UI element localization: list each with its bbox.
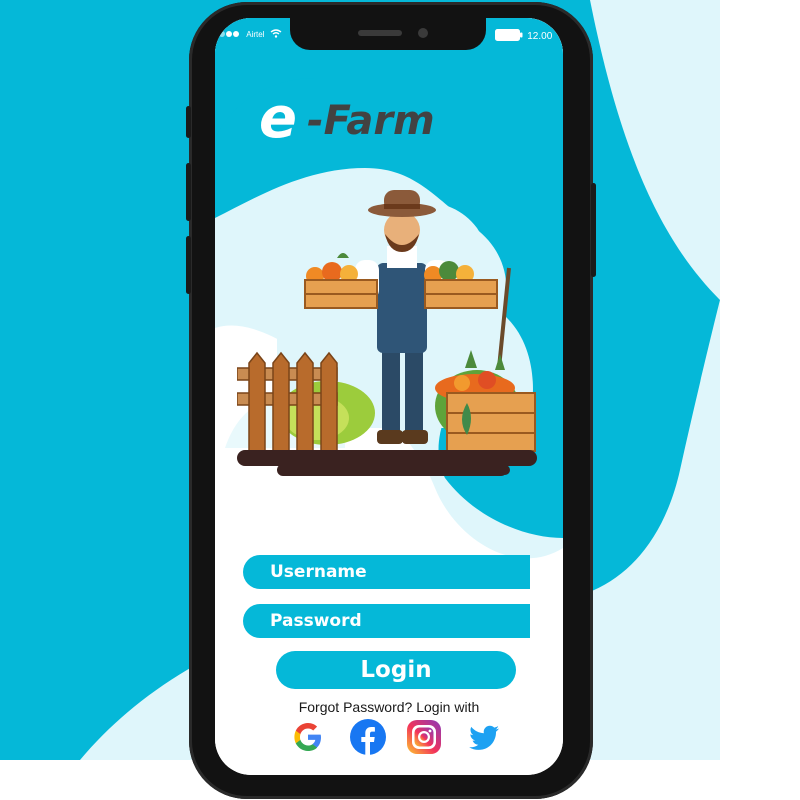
- phone-power-button: [591, 183, 596, 277]
- login-button[interactable]: Login: [276, 651, 516, 689]
- phone-volume-up: [186, 163, 191, 221]
- signal-dots-icon: [219, 31, 225, 37]
- username-field[interactable]: Username: [243, 555, 530, 589]
- facebook-icon[interactable]: [349, 718, 387, 756]
- carrier-name: Airtel: [246, 30, 265, 39]
- username-placeholder: Username: [270, 562, 367, 582]
- ground: [237, 450, 537, 466]
- fence: [237, 351, 338, 454]
- status-time: 12.00: [527, 31, 553, 42]
- instagram-icon[interactable]: [405, 718, 443, 756]
- login-button-label: Login: [360, 657, 432, 683]
- password-placeholder: Password: [270, 611, 362, 631]
- phone-mute-switch: [186, 106, 191, 138]
- phone-screen: Airtel 12.00 e -Farm Username Password L…: [215, 18, 563, 775]
- alt-login-text[interactable]: Forgot Password? Login with: [215, 699, 563, 715]
- logo-e: e: [259, 86, 297, 151]
- status-signal: Airtel: [219, 29, 282, 39]
- phone-notch: [290, 18, 486, 50]
- wifi-icon: [270, 29, 282, 38]
- speaker-grille: [358, 30, 402, 36]
- phone-volume-down: [186, 236, 191, 294]
- logo-farm: -Farm: [307, 98, 435, 144]
- status-right: 12.00: [495, 29, 552, 42]
- front-camera: [418, 28, 428, 38]
- battery-icon: [495, 29, 523, 41]
- twitter-icon[interactable]: [465, 718, 503, 756]
- password-field[interactable]: Password: [243, 604, 530, 638]
- farmer-illustration: [237, 190, 537, 476]
- google-icon[interactable]: [289, 718, 327, 756]
